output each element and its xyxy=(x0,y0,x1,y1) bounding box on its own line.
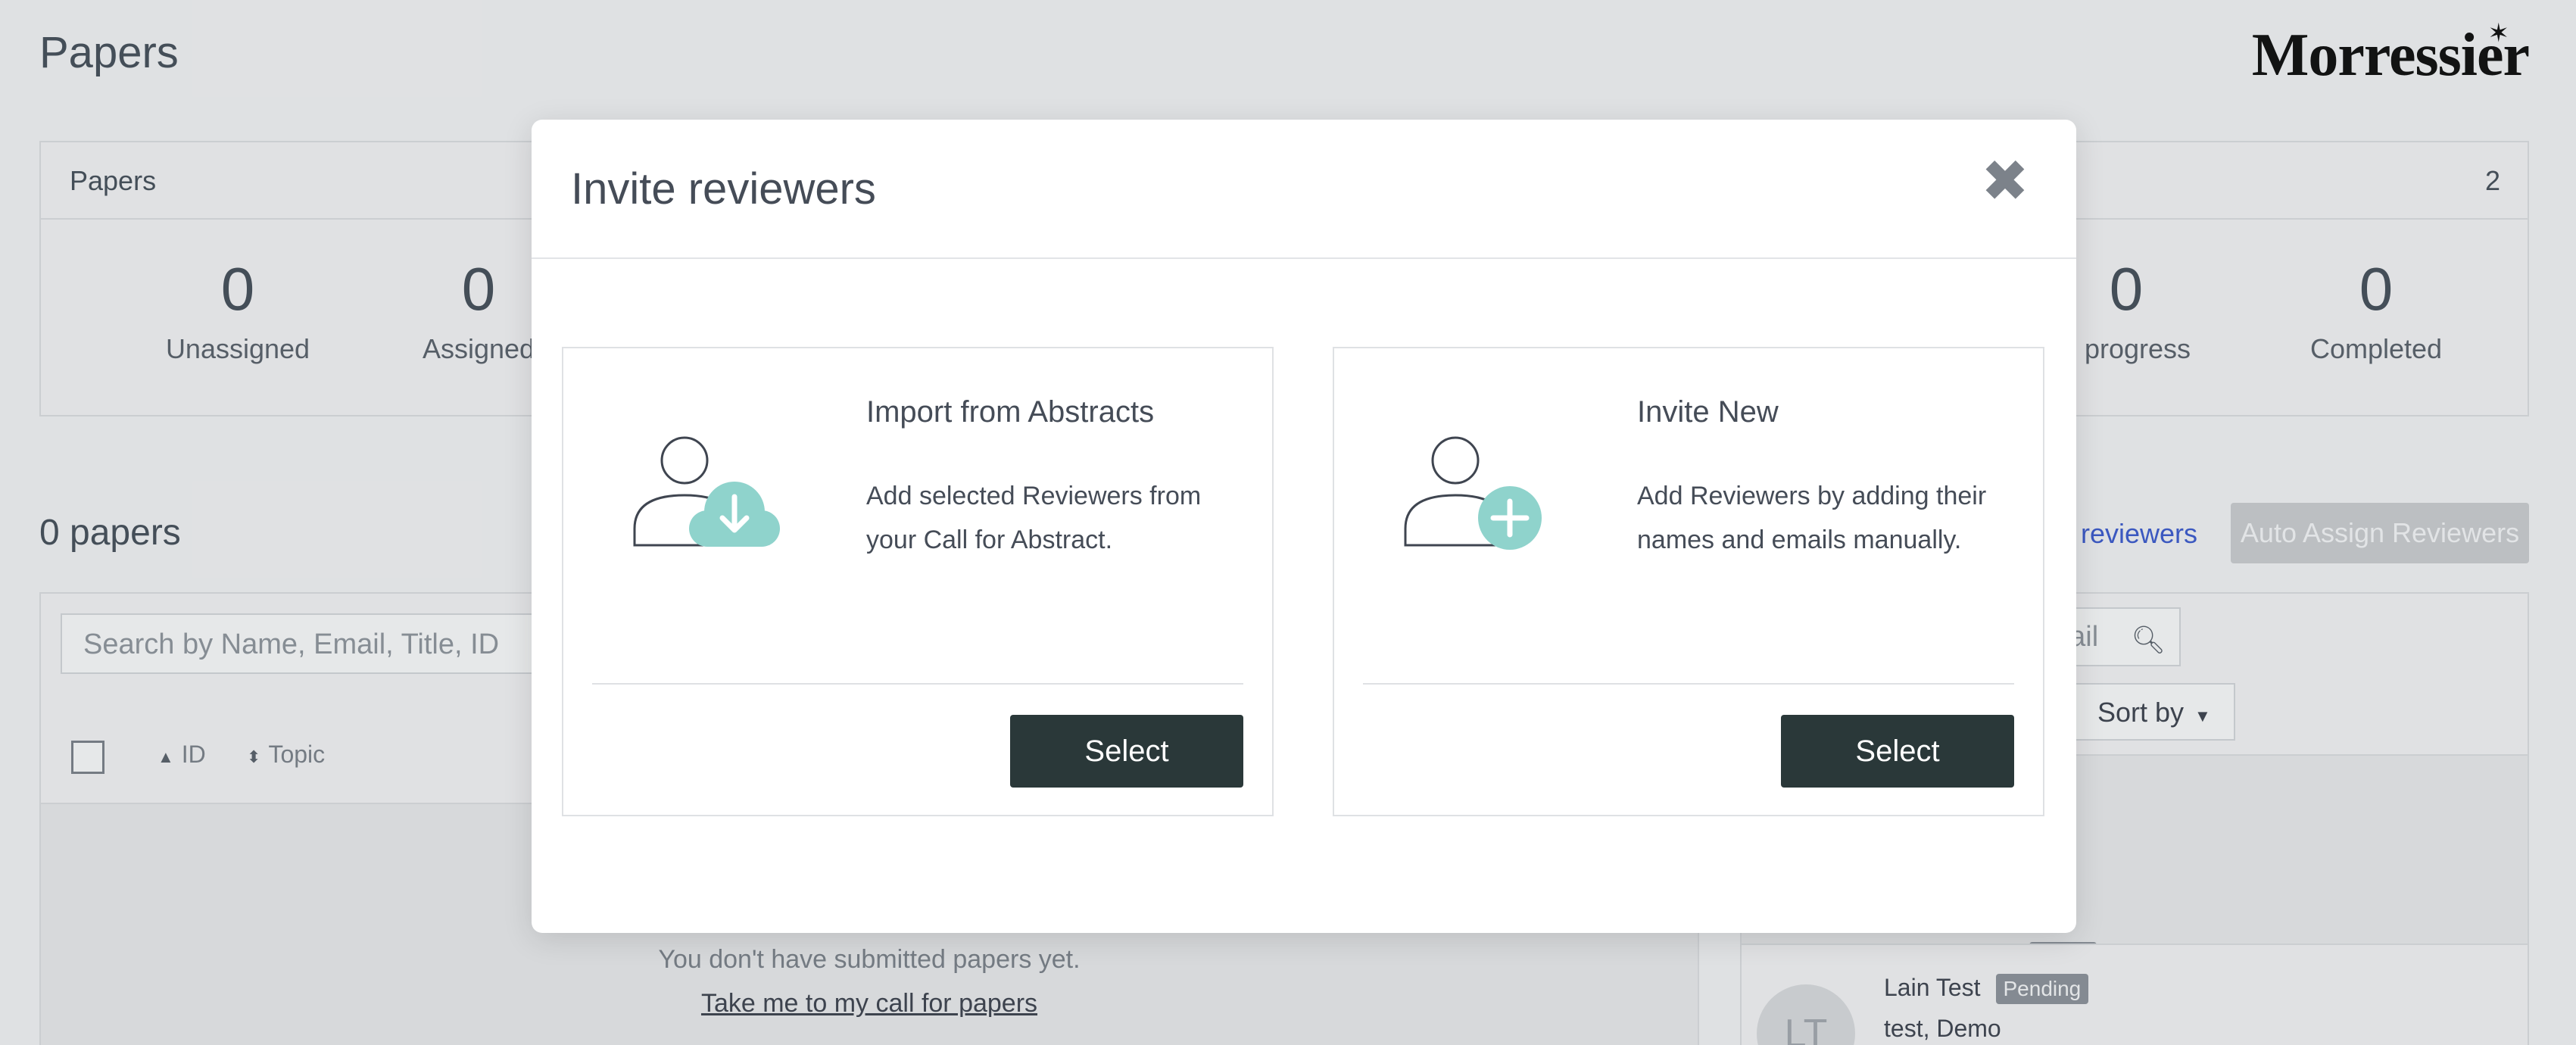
option-description: Add selected Reviewers from your Call fo… xyxy=(866,482,1202,554)
invite-reviewers-modal: Invite reviewers ✖ Import from Abstracts… xyxy=(532,120,2076,933)
modal-title: Invite reviewers xyxy=(571,164,876,214)
user-plus-icon xyxy=(1404,436,1542,550)
option-invite-new: Invite New Add Reviewers by adding their… xyxy=(1333,347,2044,816)
user-cloud-download-icon xyxy=(633,436,780,547)
option-import-from-abstracts: Import from Abstracts Add selected Revie… xyxy=(562,347,1274,816)
option-divider xyxy=(592,683,1243,685)
option-title: Invite New xyxy=(1637,395,1779,429)
option-title: Import from Abstracts xyxy=(866,395,1155,429)
select-import-button[interactable]: Select xyxy=(1010,715,1243,788)
option-divider xyxy=(1363,683,2014,685)
select-invite-new-button[interactable]: Select xyxy=(1781,715,2014,788)
option-description: Add Reviewers by adding their names and … xyxy=(1637,482,1987,554)
modal-header: Invite reviewers ✖ xyxy=(532,120,2076,259)
close-icon[interactable]: ✖ xyxy=(1981,153,2029,211)
